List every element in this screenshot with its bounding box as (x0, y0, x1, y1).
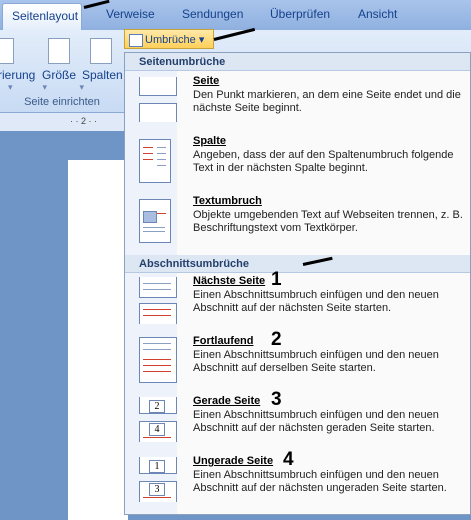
header-seitenumbruche: Seitenumbrüche (125, 53, 470, 71)
menu-item-ungerade-seite[interactable]: 1 3 Ungerade Seite 4 Einen Abschnittsumb… (125, 449, 470, 515)
horizontal-ruler[interactable]: · · 2 · · (0, 113, 124, 132)
page-break-icon (139, 77, 179, 123)
orientation-icon (0, 38, 14, 64)
item-description: Einen Abschnittsumbruch einfügen und den… (193, 289, 439, 314)
ruler-marks: · · 2 · · (70, 116, 97, 126)
item-title: Spalte (193, 135, 227, 147)
columns-icon (90, 38, 112, 64)
menu-item-gerade-seite[interactable]: 2 4 Gerade Seite 3 Einen Abschnittsumbru… (125, 389, 470, 455)
columns-button[interactable]: Spalten (82, 68, 123, 82)
item-description: Einen Abschnittsumbruch einfügen und den… (193, 409, 439, 434)
tab-sendungen[interactable]: Sendungen (182, 7, 243, 21)
menu-item-nachste-seite[interactable]: Nächste Seite 1 Einen Abschnittsumbruch … (125, 269, 470, 335)
item-description: Objekte umgebenden Text auf Webseiten tr… (193, 209, 463, 234)
even-page-icon: 2 4 (139, 397, 179, 447)
item-description: Den Punkt markieren, an dem eine Seite e… (193, 89, 461, 114)
tab-seitenlayout[interactable]: Seitenlayout (2, 3, 82, 30)
column-break-icon (139, 139, 173, 183)
size-button[interactable]: Größe (42, 68, 76, 82)
item-title: Fortlaufend (193, 335, 254, 347)
document-page[interactable] (68, 160, 128, 520)
text-wrapping-icon (139, 199, 173, 243)
menu-item-spalte[interactable]: Spalte Angeben, dass der auf den Spalten… (125, 135, 470, 195)
tab-verweise[interactable]: Verweise (106, 7, 155, 21)
breaks-icon (129, 34, 143, 47)
size-icon (48, 38, 70, 64)
umbruche-label: Umbrüche (145, 34, 196, 46)
dropdown-marks: ▾ ▾ ▾ (8, 82, 85, 92)
ribbon-tab-bar: Seitenlayout Verweise Sendungen Überprüf… (0, 0, 471, 30)
annotation-number: 2 (271, 329, 282, 350)
orientation-button[interactable]: rierung (0, 68, 35, 82)
umbruche-button[interactable]: Umbrüche ▾ (124, 29, 214, 49)
group-label-seite-einrichten: Seite einrichten (24, 96, 100, 108)
item-description: Einen Abschnittsumbruch einfügen und den… (193, 349, 439, 374)
menu-item-fortlaufend[interactable]: Fortlaufend 2 Einen Abschnittsumbruch ei… (125, 329, 470, 395)
item-title: Gerade Seite (193, 395, 261, 407)
tab-ansicht[interactable]: Ansicht (358, 7, 397, 21)
continuous-icon (139, 337, 179, 387)
annotation-number: 4 (283, 449, 294, 470)
header-abschnittsumbruche: Abschnittsumbrüche (125, 255, 470, 273)
item-title: Seite (193, 75, 220, 87)
item-title: Ungerade Seite (193, 455, 274, 467)
tab-uberprufen[interactable]: Überprüfen (270, 7, 330, 21)
next-page-icon (139, 277, 179, 327)
menu-item-seite[interactable]: Seite Den Punkt markieren, an dem eine S… (125, 75, 470, 135)
chevron-down-icon: ▾ (198, 34, 205, 46)
annotation-number: 3 (271, 389, 282, 410)
item-title: Textumbruch (193, 195, 262, 207)
item-title: Nächste Seite (193, 275, 266, 287)
item-description: Angeben, dass der auf den Spaltenumbruch… (193, 149, 454, 174)
odd-page-icon: 1 3 (139, 457, 179, 507)
item-description: Einen Abschnittsumbruch einfügen und den… (193, 469, 447, 494)
menu-item-textumbruch[interactable]: Textumbruch Objekte umgebenden Text auf … (125, 195, 470, 255)
annotation-number: 1 (271, 269, 282, 290)
umbruche-dropdown-menu: Seitenumbrüche Seite Den Punkt markieren… (124, 52, 471, 515)
